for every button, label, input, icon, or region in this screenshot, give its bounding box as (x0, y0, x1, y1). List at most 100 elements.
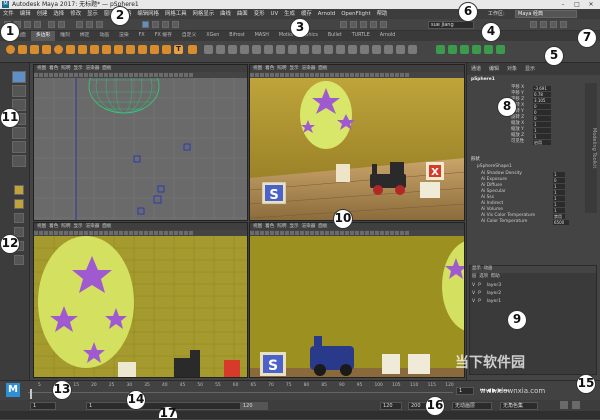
viewport-menu-show[interactable]: 显示 (73, 66, 82, 71)
viewport-menu-renderer[interactable]: 渲染器 (302, 224, 316, 229)
menu-uv[interactable]: UV (268, 9, 282, 19)
super-shape-icon[interactable] (150, 45, 159, 54)
viewport-menu-lighting[interactable]: 照明 (61, 66, 70, 71)
start-time-field[interactable]: 1 (30, 402, 56, 410)
menu-curves[interactable]: 曲线 (217, 9, 234, 19)
attr-value[interactable]: 1 (533, 134, 551, 139)
extrude-icon[interactable] (252, 45, 261, 54)
redo-icon[interactable] (58, 21, 65, 28)
viewport-top-left[interactable]: 视图 着色 照明 显示 渲染器 面板 (33, 64, 248, 221)
bevel-icon[interactable] (276, 45, 285, 54)
hypershade-icon[interactable] (380, 21, 387, 28)
attr-value[interactable]: 1 (533, 122, 551, 127)
connect-icon[interactable] (312, 45, 321, 54)
snap-point-icon[interactable] (162, 21, 169, 28)
poly-cube-icon[interactable] (18, 45, 27, 54)
layer-playback-toggle[interactable]: P (478, 291, 481, 296)
combine-icon[interactable] (204, 45, 213, 54)
uv-automatic-icon[interactable] (484, 45, 493, 54)
viewport-menu-renderer[interactable]: 渲染器 (86, 224, 100, 229)
lasso-tool-icon[interactable] (12, 85, 26, 97)
tab-channels[interactable]: 通道 (467, 63, 485, 75)
poly-cylinder-icon[interactable] (30, 45, 39, 54)
render-settings-icon[interactable] (370, 21, 377, 28)
playback-end-field[interactable]: 120 (240, 402, 268, 410)
layer-playback-toggle[interactable]: P (478, 283, 481, 288)
uv-spherical-icon[interactable] (472, 45, 481, 54)
layer-menu-help[interactable]: 帮助 (491, 274, 500, 279)
shelf-tab-polygons[interactable]: 多边形 (30, 31, 56, 41)
viewport-menu-shading[interactable]: 着色 (265, 66, 274, 71)
shelf-tab-rendering[interactable]: 渲染 (114, 31, 134, 41)
shelf-tab-bullet[interactable]: Bullet (323, 31, 347, 41)
uv-unfold-icon[interactable] (496, 45, 505, 54)
snap-grid-icon[interactable] (142, 21, 149, 28)
layout-three-icon[interactable] (14, 255, 24, 265)
separate-icon[interactable] (216, 45, 225, 54)
shape-attr-value[interactable]: 1 (553, 208, 565, 213)
poly-cone-icon[interactable] (42, 45, 51, 54)
viewport-side[interactable]: 视图 着色 照明 显示 渲染器 面板 S (249, 222, 465, 378)
menu-openflight[interactable]: OpenFlight (338, 9, 373, 19)
quick-layout-four-icon[interactable] (14, 199, 24, 209)
menu-arnold[interactable]: Arnold (315, 9, 338, 19)
append-polygon-icon[interactable] (384, 45, 393, 54)
menu-mesh-tools[interactable]: 网格工具 (162, 9, 190, 19)
tool-settings-toggle-icon[interactable] (550, 21, 557, 28)
playback-end-time-field[interactable]: 120 (380, 402, 402, 410)
viewport-menu-renderer[interactable]: 渲染器 (86, 66, 100, 71)
viewport-perspective[interactable]: 视图 着色 照明 显示 渲染器 面板 S X (249, 64, 465, 221)
shape-attr-value[interactable]: 1 (553, 184, 565, 189)
viewport-menu-view[interactable]: 视图 (37, 224, 46, 229)
menu-generate[interactable]: 生成 (281, 9, 298, 19)
character-set-dropdown[interactable]: 无角色集 (500, 402, 538, 410)
shelf-tab-mash[interactable]: MASH (250, 31, 274, 41)
poly-disc-icon[interactable] (78, 45, 87, 54)
layer-row[interactable]: V P layer1 (472, 298, 594, 305)
minimize-button[interactable]: – (556, 0, 570, 9)
render-view-icon[interactable] (340, 21, 347, 28)
ipr-render-icon[interactable] (360, 21, 367, 28)
snap-surface-icon[interactable] (172, 21, 179, 28)
viewport-menu-view[interactable]: 视图 (253, 66, 262, 71)
attribute-editor-toggle-icon[interactable] (540, 21, 547, 28)
undo-icon[interactable] (48, 21, 55, 28)
layer-visibility-toggle[interactable]: V (472, 299, 475, 304)
last-tool-icon[interactable] (12, 155, 26, 167)
layer-visibility-toggle[interactable]: V (472, 291, 475, 296)
viewport-menu-lighting[interactable]: 照明 (277, 66, 286, 71)
shape-attr-value[interactable]: 6500 (553, 220, 569, 225)
shape-attr-value[interactable]: 1 (553, 172, 565, 177)
uv-editor-icon[interactable] (436, 45, 445, 54)
bridge-icon[interactable] (264, 45, 273, 54)
tab-edit[interactable]: 编辑 (485, 63, 503, 75)
shape-attr-value[interactable]: 1 (553, 196, 565, 201)
preferences-icon[interactable] (572, 401, 580, 409)
offset-edge-loop-icon[interactable] (372, 45, 381, 54)
layer-visibility-toggle[interactable]: V (472, 283, 475, 288)
mirror-icon[interactable] (336, 45, 345, 54)
shape-attr-value[interactable]: 0 (553, 178, 565, 183)
platonic-solid-icon[interactable] (90, 45, 99, 54)
layer-menu-options[interactable]: 选项 (479, 274, 488, 279)
menu-create[interactable]: 创建 (34, 9, 51, 19)
save-scene-icon[interactable] (34, 21, 41, 28)
anim-layer-dropdown[interactable]: 无动画层 (452, 402, 492, 410)
modeling-toolkit-side-tab[interactable]: Modeling Toolkit (585, 83, 597, 213)
modeling-toolkit-toggle-icon[interactable] (530, 21, 537, 28)
insert-edge-loop-icon[interactable] (360, 45, 369, 54)
auto-key-icon[interactable] (560, 401, 568, 409)
attr-value[interactable]: 0 (533, 104, 551, 109)
viewport-menu-lighting[interactable]: 照明 (277, 224, 286, 229)
smooth-icon[interactable] (228, 45, 237, 54)
reduce-icon[interactable] (396, 45, 405, 54)
viewport-menu-show[interactable]: 显示 (73, 224, 82, 229)
rotate-tool-icon[interactable] (12, 127, 26, 139)
layer-row[interactable]: V P layer2 (472, 290, 594, 297)
poly-pipe-icon[interactable] (126, 45, 135, 54)
menu-edit[interactable]: 编辑 (17, 9, 34, 19)
menu-surfaces[interactable]: 曲面 (234, 9, 251, 19)
viewport-menu-panels[interactable]: 面板 (318, 224, 327, 229)
menu-display[interactable]: 显示 (84, 9, 101, 19)
layer-menu-layers[interactable]: 层 (472, 274, 476, 279)
